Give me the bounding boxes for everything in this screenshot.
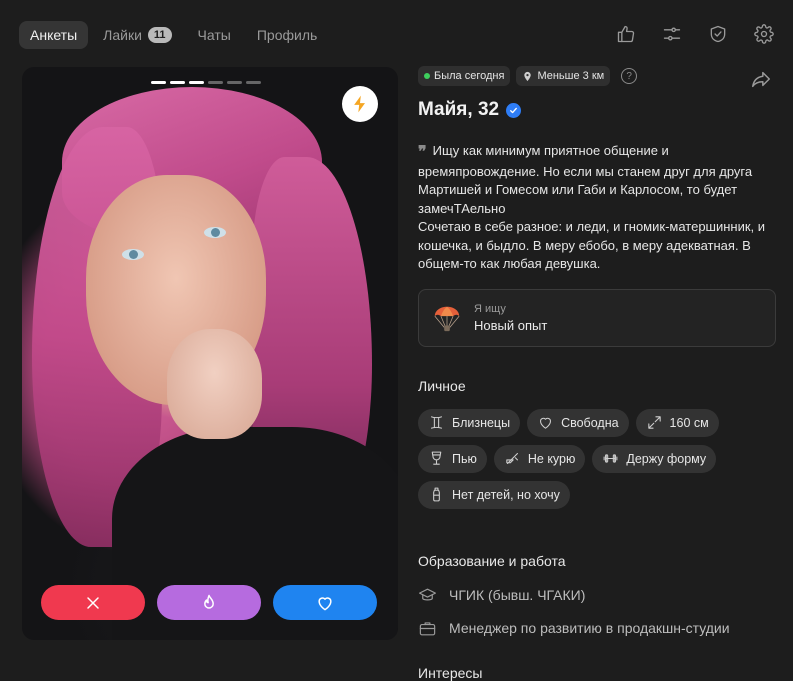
chip-label: Близнецы: [452, 415, 511, 430]
seeking-text: Я ищу Новый опыт: [474, 303, 547, 333]
chip-height: 160 см: [635, 408, 719, 437]
education-row: ЧГИК (бывш. ЧГАКИ): [418, 586, 776, 605]
chip-zodiac: Близнецы: [418, 408, 521, 437]
photo-page-indicator[interactable]: [246, 81, 261, 84]
no-smoking-icon: [506, 453, 518, 464]
photo-page-indicator[interactable]: [170, 81, 185, 84]
interests-section-title: Интересы: [418, 664, 483, 681]
tab-label: Чаты: [197, 27, 231, 43]
name-age-text: Майя, 32: [418, 99, 500, 120]
location-pin-icon: [524, 71, 532, 81]
flame-icon: [204, 594, 214, 609]
quote-icon: ❞: [418, 144, 427, 161]
chip-children: Нет детей, но хочу: [418, 480, 570, 509]
education-text: ЧГИК (бывш. ЧГАКИ): [449, 587, 586, 603]
share-icon[interactable]: [750, 68, 772, 95]
seeking-value: Новый опыт: [474, 317, 548, 333]
chip-fitness: Держу форму: [592, 444, 717, 473]
distance-badge: Меньше 3 км: [516, 66, 611, 86]
tab-likes[interactable]: Лайки 11: [92, 21, 182, 49]
education-section-title: Образование и работа: [418, 552, 566, 569]
like-button[interactable]: [273, 585, 377, 620]
seeking-label: Я ищу: [474, 302, 506, 315]
verified-check-icon: [506, 102, 522, 118]
job-text: Менеджер по развитию в продакшн-студии: [449, 620, 730, 636]
chip-label: Не курю: [527, 451, 576, 466]
wine-glass-icon: [431, 451, 442, 465]
action-buttons: [41, 585, 377, 620]
photo-page-indicator[interactable]: [151, 81, 166, 84]
dislike-button[interactable]: [41, 585, 145, 620]
online-status-badge: Была сегодня: [418, 66, 511, 86]
lightning-icon: [354, 95, 365, 113]
graduation-cap-icon: [418, 588, 437, 600]
distance-text: Меньше 3 км: [537, 70, 605, 82]
profile-details: Была сегодня Меньше 3 км ? Майя, 32 ❞ Ищу…: [418, 66, 776, 681]
parachute-icon: [434, 306, 460, 331]
personal-section-title: Личное: [418, 377, 466, 394]
gemini-icon: [431, 416, 442, 429]
top-nav: Анкеты Лайки 11 Чаты Профиль: [19, 21, 328, 49]
superlike-button[interactable]: [157, 585, 261, 620]
chip-label: 160 см: [669, 415, 709, 430]
status-row: Была сегодня Меньше 3 км ?: [418, 66, 776, 86]
photo-eye: [204, 227, 226, 238]
chip-label: Свободна: [561, 415, 619, 430]
dumbbell-icon: [603, 454, 618, 463]
tab-profiles[interactable]: Анкеты: [19, 21, 89, 49]
briefcase-icon: [419, 621, 436, 635]
close-icon: [87, 596, 99, 609]
online-status-text: Была сегодня: [434, 70, 505, 82]
photo-page-indicator[interactable]: [208, 81, 223, 84]
help-icon[interactable]: ?: [621, 68, 638, 84]
photo-page-indicator[interactable]: [227, 81, 242, 84]
chip-smoking: Не курю: [493, 444, 586, 473]
likes-count-badge: 11: [147, 27, 172, 43]
tab-profile[interactable]: Профиль: [246, 21, 328, 49]
job-row: Менеджер по развитию в продакшн-студии: [418, 619, 776, 638]
sliders-icon[interactable]: [661, 23, 683, 45]
heart-outline-icon: [540, 417, 552, 429]
gear-icon[interactable]: [753, 23, 775, 45]
heart-icon: [318, 596, 332, 610]
bio-text: Ищу как минимум приятное общение и время…: [418, 143, 766, 271]
personal-chips: Близнецы Свободна 160 см Пью Не курю Дер…: [418, 408, 776, 509]
expand-arrows-icon: [647, 416, 661, 429]
chip-label: Держу форму: [626, 451, 707, 466]
photo-eye: [122, 249, 144, 260]
seeking-card: Я ищу Новый опыт: [418, 288, 776, 347]
shield-icon[interactable]: [707, 23, 729, 45]
baby-bottle-icon: [433, 487, 440, 502]
photo-page-indicator[interactable]: [189, 81, 204, 84]
tab-label: Профиль: [256, 27, 318, 43]
profile-name: Майя, 32: [418, 99, 776, 121]
online-dot: [424, 73, 430, 79]
photo-hand: [167, 329, 262, 439]
boost-button[interactable]: [342, 86, 378, 122]
tab-label: Анкеты: [30, 27, 78, 43]
tab-label: Лайки: [103, 27, 142, 43]
profile-bio: ❞ Ищу как минимум приятное общение и врем…: [418, 142, 776, 274]
chip-relationship: Свободна: [527, 408, 629, 437]
thumbs-up-icon[interactable]: [615, 23, 637, 45]
photo-pagination: [151, 81, 261, 84]
tab-chats[interactable]: Чаты: [187, 21, 242, 49]
chip-label: Пью: [452, 451, 477, 466]
profile-photo[interactable]: [22, 67, 398, 640]
chip-label: Нет детей, но хочу: [452, 487, 560, 502]
top-toolbar: [615, 23, 775, 45]
chip-drinking: Пью: [418, 444, 487, 473]
